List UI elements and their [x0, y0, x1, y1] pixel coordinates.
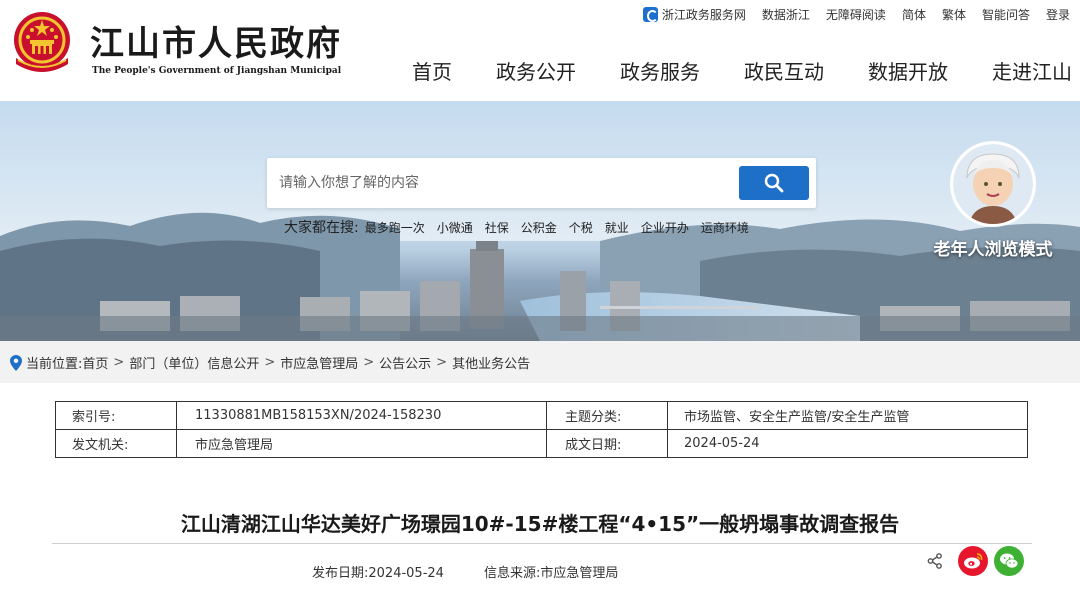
hot-item[interactable]: 就业 — [605, 219, 629, 236]
top-link-smart-qa[interactable]: 智能问答 — [982, 6, 1030, 23]
meta-key: 成文日期: — [546, 429, 668, 458]
site-header: 江山市人民政府 The People's Government of Jiang… — [0, 0, 1080, 101]
publish-date: 2024-05-24 — [368, 566, 444, 581]
breadcrumb-bar: 当前位置: 首页 > 部门（单位）信息公开 > 市应急管理局 > 公告公示 > … — [0, 341, 1080, 383]
hot-searches-label: 大家都在搜: — [284, 220, 359, 236]
elder-mode-label: 老年人浏览模式 — [933, 240, 1053, 260]
breadcrumb-label: 当前位置: — [26, 357, 83, 372]
document-meta-table: 索引号: 11330881MB158153XN/2024-158230 主题分类… — [55, 401, 1028, 458]
nav-gov-services[interactable]: 政务服务 — [620, 56, 700, 85]
elderly-person-icon — [953, 144, 1033, 224]
nav-home[interactable]: 首页 — [412, 56, 452, 85]
search-button[interactable] — [739, 166, 809, 200]
nav-about-jiangshan[interactable]: 走进江山 — [992, 56, 1072, 85]
nav-gov-affairs[interactable]: 政务公开 — [496, 56, 576, 85]
top-link-label: 浙江政务服务网 — [661, 8, 746, 22]
hot-item[interactable]: 最多跑一次 — [365, 219, 425, 236]
breadcrumb-separator: > — [363, 355, 375, 370]
breadcrumb-separator: > — [264, 355, 276, 370]
meta-value: 2024-05-24 — [667, 429, 1028, 458]
location-pin-icon — [10, 354, 22, 371]
hot-item[interactable]: 社保 — [485, 219, 509, 236]
divider — [52, 543, 1032, 544]
national-emblem-icon[interactable] — [10, 10, 74, 78]
main-nav: 首页 政务公开 政务服务 政民互动 数据开放 走进江山 — [412, 56, 1072, 85]
breadcrumb: 当前位置: 首页 > 部门（单位）信息公开 > 市应急管理局 > 公告公示 > … — [10, 353, 530, 372]
site-subtitle: The People's Government of Jiangshan Mun… — [92, 66, 342, 76]
breadcrumb-home[interactable]: 首页 — [82, 353, 108, 372]
nav-interaction[interactable]: 政民互动 — [744, 56, 824, 85]
elder-avatar — [950, 141, 1036, 227]
top-links: 浙江政务服务网 数据浙江 无障碍阅读 简体 繁体 智能问答 登录 — [642, 6, 1070, 23]
top-link-login[interactable]: 登录 — [1046, 6, 1070, 23]
banner: 大家都在搜: 最多跑一次 小微通 社保 公积金 个税 就业 企业开办 运商环境 … — [0, 101, 1080, 341]
share-bar — [926, 546, 1024, 576]
zhejiang-service-icon — [642, 7, 658, 22]
top-link-data-zhejiang[interactable]: 数据浙江 — [762, 6, 810, 23]
wechat-icon — [1000, 553, 1019, 569]
publish-date-group: 发布日期:2024-05-24 — [312, 562, 444, 581]
top-link-accessibility[interactable]: 无障碍阅读 — [826, 6, 886, 23]
breadcrumb-other-notices[interactable]: 其他业务公告 — [452, 353, 530, 372]
hot-searches: 大家都在搜: 最多跑一次 小微通 社保 公积金 个税 就业 企业开办 运商环境 — [284, 217, 761, 237]
table-row: 发文机关: 市应急管理局 成文日期: 2024-05-24 — [55, 429, 1028, 458]
meta-value: 11330881MB158153XN/2024-158230 — [176, 401, 547, 430]
breadcrumb-announcements[interactable]: 公告公示 — [379, 353, 431, 372]
top-link-traditional[interactable]: 繁体 — [942, 6, 966, 23]
meta-key: 索引号: — [55, 401, 177, 430]
site-title[interactable]: 江山市人民政府 — [90, 16, 342, 65]
nav-open-data[interactable]: 数据开放 — [868, 56, 948, 85]
weibo-share-button[interactable] — [958, 546, 988, 576]
source-label: 信息来源: — [483, 566, 541, 581]
meta-value: 市场监管、安全生产监管/安全生产监管 — [667, 401, 1028, 430]
hot-item[interactable]: 运商环境 — [701, 219, 749, 236]
meta-key: 主题分类: — [546, 401, 668, 430]
breadcrumb-emergency-bureau[interactable]: 市应急管理局 — [280, 353, 358, 372]
article-title: 江山清湖江山华达美好广场璟园10#-15#楼工程“4•15”一般坍塌事故调查报告 — [180, 512, 900, 536]
weibo-icon — [964, 553, 983, 569]
search-icon — [764, 173, 784, 193]
hot-item[interactable]: 小微通 — [437, 219, 473, 236]
breadcrumb-dept-info[interactable]: 部门（单位）信息公开 — [129, 353, 259, 372]
wechat-share-button[interactable] — [994, 546, 1024, 576]
table-row: 索引号: 11330881MB158153XN/2024-158230 主题分类… — [55, 401, 1028, 430]
top-link-simplified[interactable]: 简体 — [902, 6, 926, 23]
source-value: 市应急管理局 — [540, 566, 619, 581]
hot-item[interactable]: 公积金 — [521, 219, 557, 236]
search-input[interactable] — [279, 170, 719, 196]
publish-info: 发布日期:2024-05-24 信息来源:市应急管理局 — [312, 562, 618, 581]
publish-date-label: 发布日期: — [312, 566, 369, 581]
elder-mode-button[interactable]: 老年人浏览模式 — [925, 141, 1075, 266]
meta-value: 市应急管理局 — [176, 429, 547, 458]
breadcrumb-separator: > — [436, 355, 448, 370]
share-icon[interactable] — [926, 552, 944, 570]
search-box — [267, 158, 816, 208]
top-link-zjzwfw[interactable]: 浙江政务服务网 — [642, 6, 746, 23]
hot-item[interactable]: 企业开办 — [641, 219, 689, 236]
hot-item[interactable]: 个税 — [569, 219, 593, 236]
breadcrumb-separator: > — [113, 355, 125, 370]
meta-key: 发文机关: — [55, 429, 177, 458]
source-group: 信息来源:市应急管理局 — [484, 562, 618, 581]
